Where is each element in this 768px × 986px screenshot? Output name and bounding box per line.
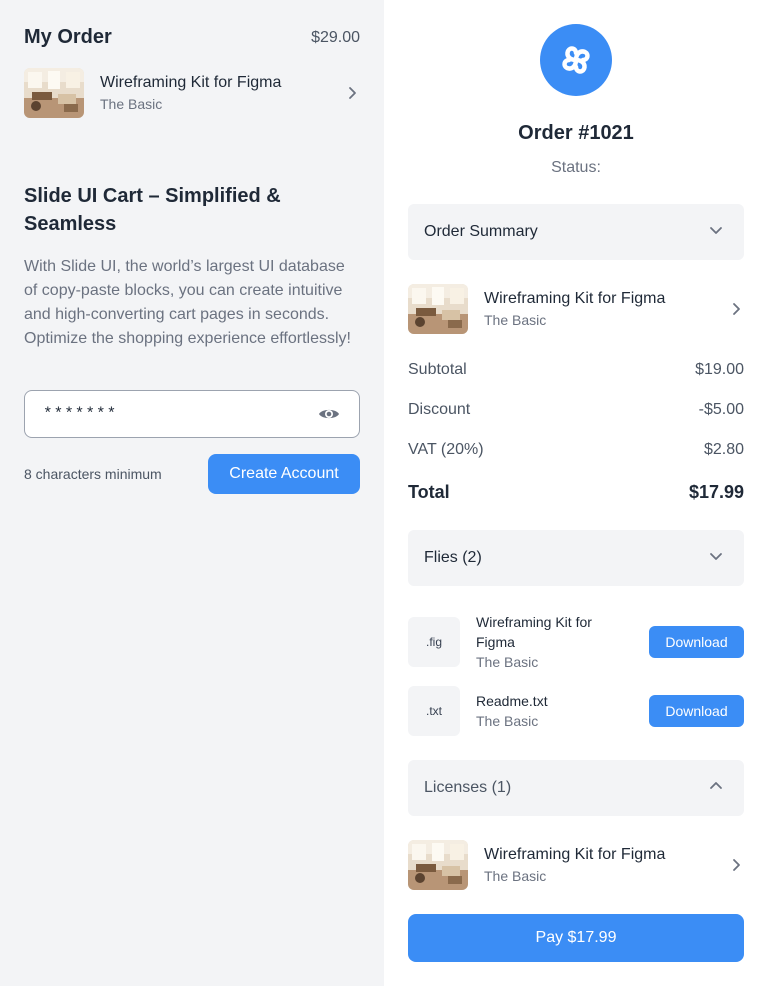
subtotal-value: $19.00 <box>695 361 744 378</box>
my-order-price: $29.00 <box>311 28 360 46</box>
chevron-right-icon[interactable] <box>344 85 360 101</box>
total-value: $17.99 <box>688 482 744 502</box>
file-row: .txt Readme.txt The Basic Download <box>408 686 744 736</box>
chevron-down-icon <box>708 222 724 243</box>
my-order-product-row[interactable]: Wireframing Kit for Figma The Basic <box>24 68 360 118</box>
pay-button[interactable]: Pay $17.99 <box>408 914 744 962</box>
brand-logo-icon <box>540 24 612 96</box>
product-variant: The Basic <box>484 868 547 884</box>
right-panel: Order #1021 Status: Order Summary Wirefr… <box>384 0 768 986</box>
product-thumbnail <box>24 68 84 118</box>
order-number: Order #1021 <box>518 122 634 144</box>
file-row: .fig Wireframing Kit for Figma The Basic… <box>408 612 744 672</box>
chevron-right-icon[interactable] <box>728 301 744 317</box>
file-variant: The Basic <box>476 713 539 729</box>
file-name: Readme.txt <box>476 693 548 709</box>
password-hint: 8 characters minimum <box>24 466 162 482</box>
product-name: Wireframing Kit for Figma <box>484 290 666 307</box>
subtotal-row: Subtotal $19.00 <box>408 361 744 379</box>
discount-row: Discount -$5.00 <box>408 401 744 419</box>
discount-value: -$5.00 <box>698 401 744 418</box>
files-title: Flies (2) <box>424 549 482 566</box>
product-variant: The Basic <box>484 312 547 328</box>
password-value[interactable]: ******* <box>43 405 317 423</box>
order-summary-title: Order Summary <box>424 223 538 240</box>
my-order-header: My Order $29.00 <box>24 26 360 49</box>
files-accordion[interactable]: Flies (2) <box>408 530 744 586</box>
download-button[interactable]: Download <box>649 626 744 658</box>
left-panel: My Order $29.00 Wireframing Kit for Figm… <box>0 0 384 986</box>
product-name: Wireframing Kit for Figma <box>484 846 666 863</box>
total-row: Total $17.99 <box>408 482 744 503</box>
vat-row: VAT (20%) $2.80 <box>408 441 744 459</box>
file-variant: The Basic <box>476 654 539 670</box>
my-order-title: My Order <box>24 26 112 48</box>
product-variant: The Basic <box>100 96 163 112</box>
product-thumbnail <box>408 840 468 890</box>
password-field[interactable]: ******* <box>24 390 360 438</box>
file-type-icon: .fig <box>408 617 460 667</box>
discount-label: Discount <box>408 401 471 418</box>
product-thumbnail <box>408 284 468 334</box>
create-account-button[interactable]: Create Account <box>208 454 360 494</box>
licenses-title: Licenses (1) <box>424 779 512 796</box>
licenses-accordion[interactable]: Licenses (1) <box>408 760 744 816</box>
vat-value: $2.80 <box>703 441 744 458</box>
subtotal-label: Subtotal <box>408 361 467 378</box>
file-name: Wireframing Kit for Figma <box>476 614 592 650</box>
order-status: Status: <box>551 159 601 176</box>
chevron-down-icon <box>708 548 724 569</box>
download-button[interactable]: Download <box>649 695 744 727</box>
chevron-right-icon[interactable] <box>728 857 744 873</box>
order-summary-accordion[interactable]: Order Summary <box>408 204 744 260</box>
summary-product-row[interactable]: Wireframing Kit for Figma The Basic <box>408 284 744 334</box>
eye-icon[interactable] <box>317 402 341 426</box>
vat-label: VAT (20%) <box>408 441 484 458</box>
promo-title: Slide UI Cart – Simplified & Seamless <box>24 185 281 235</box>
license-product-row[interactable]: Wireframing Kit for Figma The Basic <box>408 840 744 890</box>
file-type-icon: .txt <box>408 686 460 736</box>
chevron-up-icon <box>708 778 724 799</box>
product-name: Wireframing Kit for Figma <box>100 74 282 91</box>
promo-description: With Slide UI, the world’s largest UI da… <box>24 258 351 347</box>
total-label: Total <box>408 482 450 502</box>
